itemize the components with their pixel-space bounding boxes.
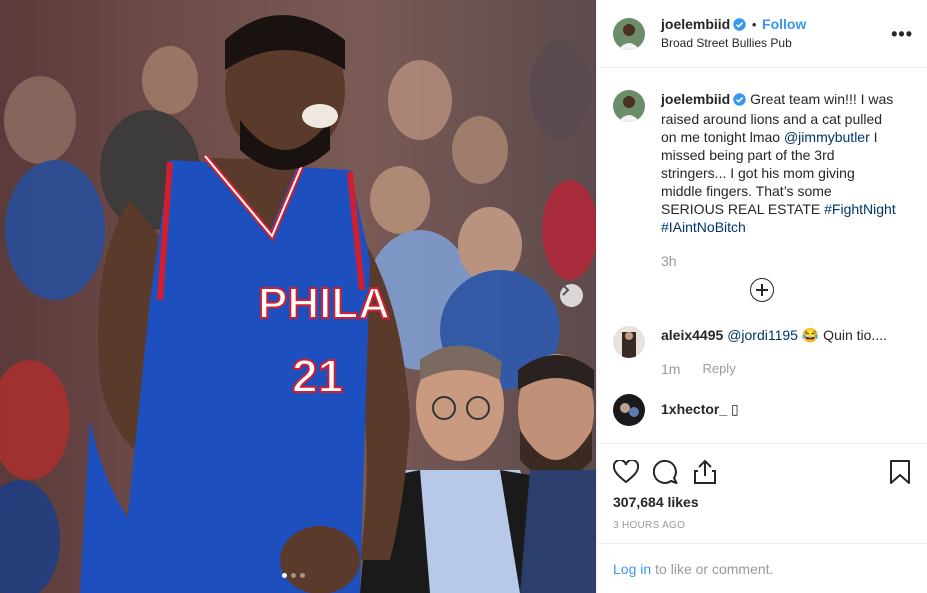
comment-text: ▯ <box>727 401 739 417</box>
comment-time[interactable]: 1m <box>661 360 680 378</box>
avatar-image <box>613 326 645 358</box>
post-author-username[interactable]: joelembiid <box>661 16 730 32</box>
action-bar <box>613 448 911 496</box>
post-side-panel: joelembiid • Follow Broad Street Bullies… <box>596 0 927 593</box>
caption: joelembiid Great team win!!! I was raise… <box>613 90 911 270</box>
avatar-image <box>613 90 645 122</box>
post-actions-area: 307,684 likes 3 HOURS AGO Log in to like… <box>597 443 927 593</box>
verified-badge-icon <box>733 17 746 35</box>
caption-mention-link[interactable]: @jimmybutler <box>784 129 870 145</box>
comment: 1xhector_ ▯ <box>613 394 911 426</box>
login-link[interactable]: Log in <box>613 561 651 577</box>
header-separator: • <box>751 16 757 32</box>
hashtag-link[interactable]: #IAintNoBitch <box>661 219 746 235</box>
post-timestamp[interactable]: 3 HOURS AGO <box>613 520 911 531</box>
heart-icon[interactable] <box>613 460 639 484</box>
post-photo-illustration: PHILA 21 <box>0 15 596 593</box>
reply-button[interactable]: Reply <box>702 360 735 378</box>
carousel-dots <box>282 573 305 578</box>
carousel-next-button[interactable] <box>560 284 583 307</box>
follow-button[interactable]: Follow <box>762 16 806 32</box>
likes-count[interactable]: 307,684 likes <box>613 494 911 510</box>
comment-text: 😂 Quin tio.... <box>797 327 887 343</box>
avatar-image <box>613 394 645 426</box>
carousel-dot[interactable] <box>291 573 296 578</box>
avatar[interactable] <box>613 326 645 358</box>
load-more-comments-icon <box>750 278 774 302</box>
post-location[interactable]: Broad Street Bullies Pub <box>661 35 806 52</box>
comment-username[interactable]: aleix4495 <box>661 327 723 343</box>
hashtag-link[interactable]: #FightNight <box>824 201 896 217</box>
bookmark-icon[interactable] <box>889 459 911 485</box>
caption-time[interactable]: 3h <box>661 252 677 270</box>
avatar[interactable] <box>613 90 645 122</box>
post-dialog: PHILA 21 joelembiid • Follow Broad Stree… <box>0 0 927 593</box>
carousel-dot[interactable] <box>300 573 305 578</box>
post-photo[interactable]: PHILA 21 <box>0 0 596 593</box>
comments-section: joelembiid Great team win!!! I was raise… <box>597 68 927 443</box>
avatar[interactable] <box>613 17 645 50</box>
avatar[interactable] <box>613 394 645 426</box>
verified-badge-icon <box>733 92 746 110</box>
carousel-dot[interactable] <box>282 573 287 578</box>
comment-mention-link[interactable]: @jordi1195 <box>727 327 798 343</box>
post-header: joelembiid • Follow Broad Street Bullies… <box>597 0 927 68</box>
jersey-text: PHILA <box>258 279 390 328</box>
comment-username[interactable]: 1xhector_ <box>661 401 727 417</box>
jersey-number: 21 <box>292 350 343 402</box>
login-prompt-text: to like or comment. <box>655 560 774 577</box>
more-options-icon[interactable]: ••• <box>891 24 913 45</box>
load-more-comments-button[interactable] <box>613 278 911 302</box>
comment: aleix4495 @jordi1195 😂 Quin tio.... 1m R… <box>613 326 911 378</box>
carousel-next-icon <box>562 284 570 296</box>
share-icon[interactable] <box>693 459 717 485</box>
avatar-image <box>613 17 645 50</box>
comment-icon[interactable] <box>653 459 679 485</box>
login-prompt: Log in to like or comment. <box>597 543 927 593</box>
caption-username[interactable]: joelembiid <box>661 91 730 107</box>
